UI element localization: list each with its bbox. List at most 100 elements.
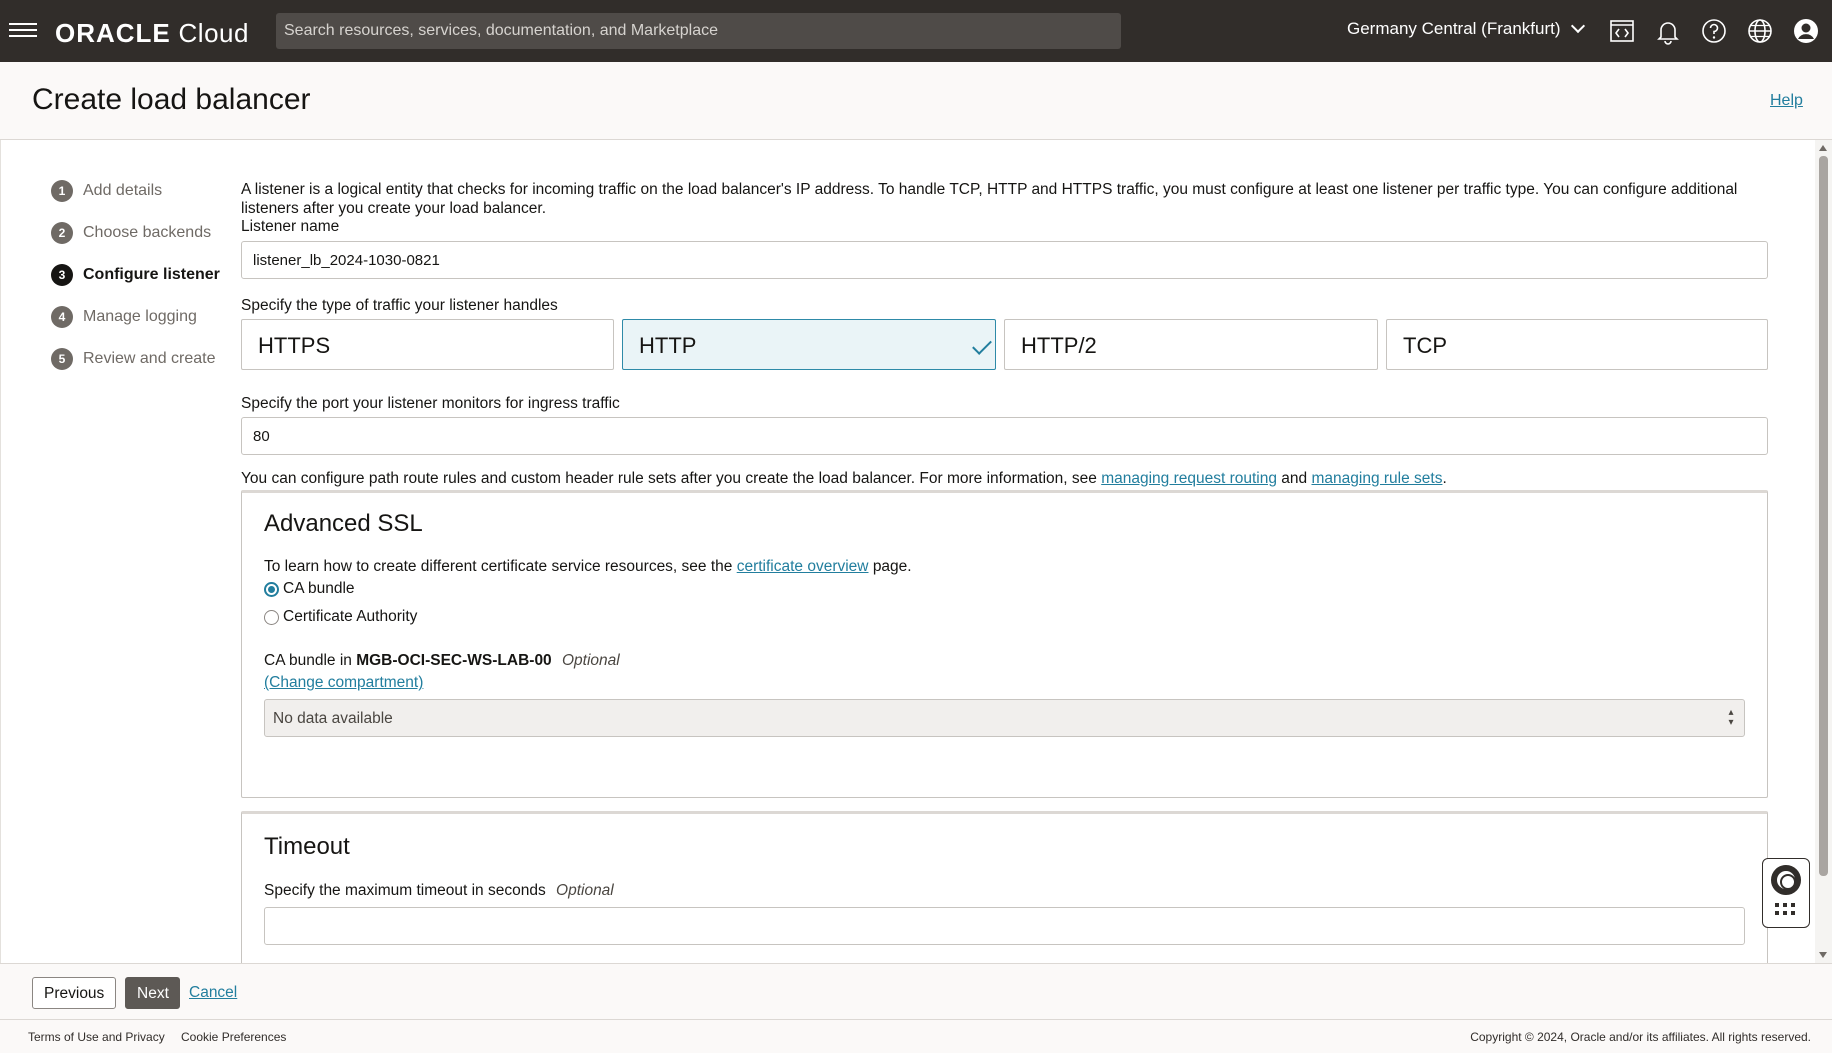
listener-name-input[interactable]: listener_lb_2024-1030-0821 [241,241,1768,279]
page-header: Create load balancer Help [0,62,1832,140]
ca-bundle-select[interactable]: No data available ▴ ▾ [264,699,1745,737]
listener-intro-text: A listener is a logical entity that chec… [241,181,1738,217]
scrollbar-thumb[interactable] [1819,156,1828,876]
traffic-option-label: HTTP [639,333,697,358]
top-navigation-bar: ORACLE Cloud Search resources, services,… [0,0,1832,62]
apps-grid-icon [1775,903,1797,915]
timeout-title: Timeout [264,833,350,860]
advanced-ssl-title: Advanced SSL [264,510,423,537]
region-selector[interactable]: Germany Central (Frankfurt) [1347,18,1585,39]
menu-icon[interactable] [9,19,37,41]
copyright-text: Copyright © 2024, Oracle and/or its affi… [1470,1030,1811,1044]
step-number: 5 [51,348,73,370]
radio-button-selected [264,581,279,597]
timeout-label: Specify the maximum timeout in seconds O… [264,882,614,900]
routing-info-and: and [1281,470,1308,487]
certificate-learn-text: To learn how to create different certifi… [264,558,912,576]
traffic-option-label: HTTP/2 [1021,333,1097,358]
ca-bundle-label: CA bundle in MGB-OCI-SEC-WS-LAB-00 Optio… [264,652,620,670]
listener-name-label: Listener name [241,218,340,235]
listener-name-value: listener_lb_2024-1030-0821 [253,252,440,269]
radio-label: CA bundle [283,580,355,597]
brand-sub: Cloud [178,18,249,48]
change-compartment-link[interactable]: (Change compartment) [264,674,423,691]
step-configure-listener[interactable]: 3 Configure listener [51,254,220,296]
timeout-label-text: Specify the maximum timeout in seconds [264,882,546,899]
step-label: Manage logging [83,308,197,325]
timeout-section: Timeout Specify the maximum timeout in s… [241,811,1768,963]
step-number: 1 [51,180,73,202]
step-choose-backends[interactable]: 2 Choose backends [51,212,220,254]
traffic-option-https[interactable]: HTTPS [241,319,614,370]
terms-link[interactable]: Terms of Use and Privacy [28,1030,165,1044]
routing-info-prefix: You can configure path route rules and c… [241,470,1097,487]
port-value: 80 [253,428,270,445]
traffic-option-http[interactable]: HTTP [622,319,996,370]
page-title: Create load balancer [32,83,311,116]
support-widget[interactable] [1762,858,1810,928]
traffic-option-http2[interactable]: HTTP/2 [1004,319,1378,370]
step-number: 2 [51,222,73,244]
next-button[interactable]: Next [125,977,180,1009]
bell-icon[interactable] [1654,17,1682,45]
globe-icon[interactable] [1746,17,1774,45]
timeout-input[interactable] [264,907,1745,945]
checkmark-icon [972,335,992,355]
step-add-details[interactable]: 1 Add details [51,170,220,212]
user-icon[interactable] [1792,17,1820,45]
advanced-ssl-section: Advanced SSL To learn how to create diff… [241,490,1768,798]
traffic-type-label: Specify the type of traffic your listene… [241,297,558,314]
managing-rule-sets-link[interactable]: managing rule sets [1311,470,1442,487]
step-number: 4 [51,306,73,328]
wizard-body: 1 Add details 2 Choose backends 3 Config… [0,140,1832,963]
radio-button [264,609,279,625]
lifebuoy-icon [1771,865,1801,895]
learn-prefix: To learn how to create different certifi… [264,558,733,575]
code-editor-icon[interactable] [1608,17,1636,45]
step-number: 3 [51,264,73,286]
global-search-input[interactable]: Search resources, services, documentatio… [276,13,1121,49]
previous-button[interactable]: Previous [32,977,116,1009]
traffic-option-tcp[interactable]: TCP [1386,319,1768,370]
help-icon[interactable] [1700,17,1728,45]
step-label: Choose backends [83,224,212,241]
traffic-option-label: HTTPS [258,333,331,358]
certificate-overview-link[interactable]: certificate overview [737,558,869,575]
page-footer: Terms of Use and Privacy Cookie Preferen… [0,1020,1832,1053]
managing-request-routing-link[interactable]: managing request routing [1101,470,1277,487]
routing-info-text: You can configure path route rules and c… [241,470,1447,488]
cancel-link[interactable]: Cancel [189,984,237,1002]
ca-bundle-label-prefix: CA bundle in [264,652,352,669]
brand-main: ORACLE [55,18,171,48]
step-label: Configure listener [83,266,220,283]
scroll-up-arrow-icon[interactable] [1819,145,1827,151]
step-review-and-create[interactable]: 5 Review and create [51,338,220,380]
help-link[interactable]: Help [1770,92,1803,110]
step-manage-logging[interactable]: 4 Manage logging [51,296,220,338]
step-label: Review and create [83,350,216,367]
select-arrows-icon: ▴ ▾ [1728,707,1734,728]
chevron-down-icon [1570,18,1585,34]
search-placeholder: Search resources, services, documentatio… [284,22,718,39]
radio-certificate-authority[interactable]: Certificate Authority [264,608,417,626]
change-compartment-row: (Change compartment) [264,674,423,692]
learn-suffix: page. [872,558,912,575]
optional-tag: Optional [556,882,614,899]
ca-bundle-select-value: No data available [273,710,393,727]
routing-info-suffix: . [1442,470,1447,487]
wizard-action-bar: Previous Next Cancel [0,963,1832,1020]
traffic-option-label: TCP [1403,333,1447,358]
scroll-down-arrow-icon[interactable] [1819,952,1827,958]
compartment-name: MGB-OCI-SEC-WS-LAB-00 [356,652,552,669]
step-label: Add details [83,182,163,199]
radio-label: Certificate Authority [283,608,418,625]
port-label: Specify the port your listener monitors … [241,395,620,412]
wizard-steps: 1 Add details 2 Choose backends 3 Config… [51,170,220,380]
vertical-scrollbar[interactable] [1815,140,1832,963]
oracle-cloud-logo[interactable]: ORACLE Cloud [55,18,249,49]
radio-ca-bundle[interactable]: CA bundle [264,580,355,598]
optional-tag: Optional [562,652,620,669]
region-label: Germany Central (Frankfurt) [1347,19,1561,38]
port-input[interactable]: 80 [241,417,1768,455]
cookie-preferences-link[interactable]: Cookie Preferences [181,1030,286,1044]
